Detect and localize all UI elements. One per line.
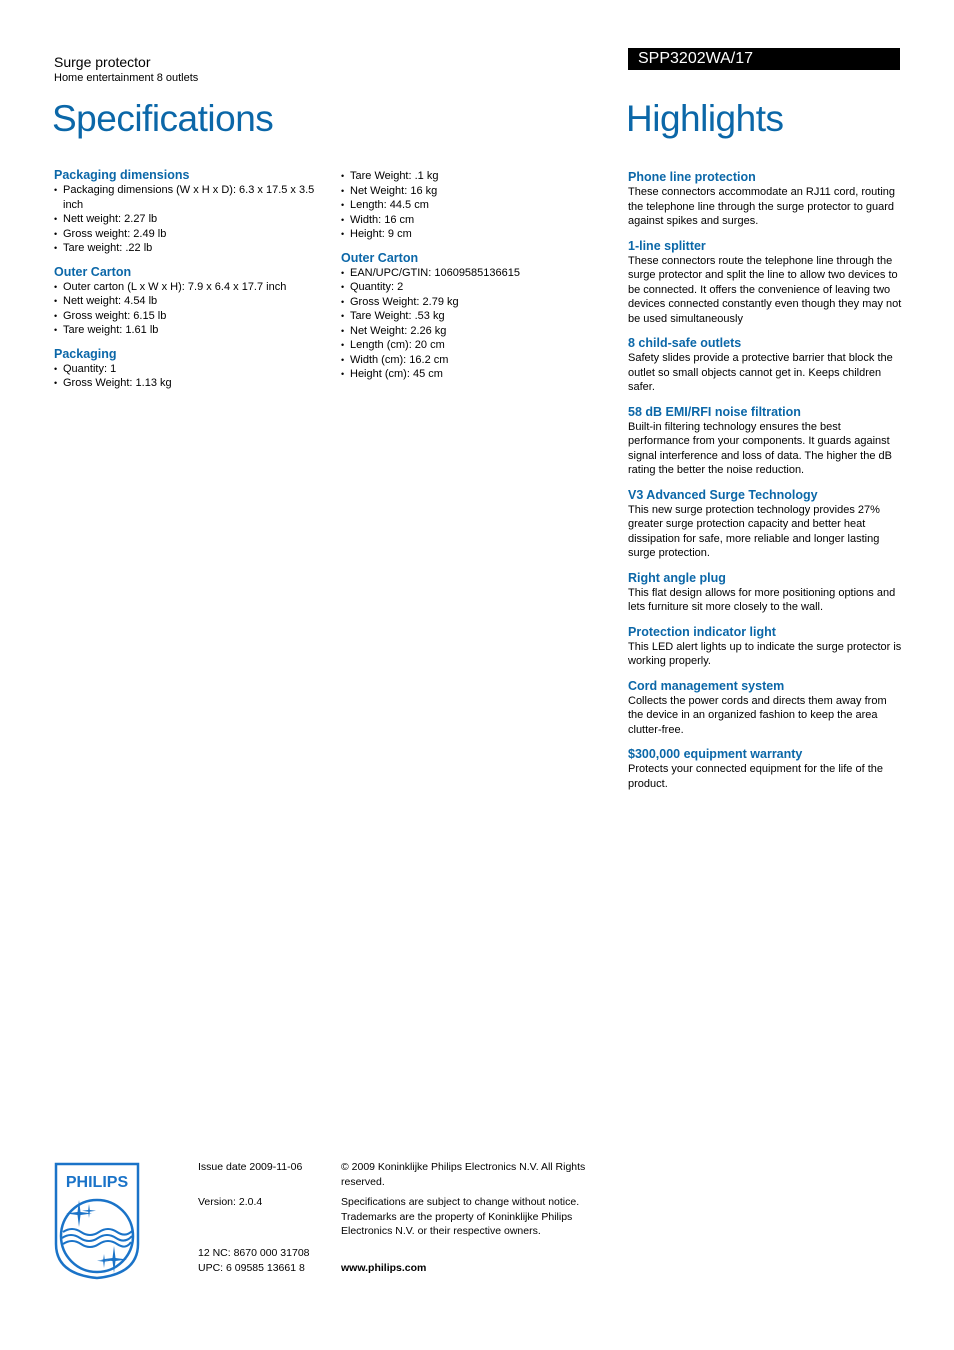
highlight-description: This flat design allows for more positio… xyxy=(628,586,896,614)
highlight-item: $300,000 equipment warranty Protects your… xyxy=(628,747,903,791)
spec-item: Gross weight: 2.49 lb xyxy=(54,227,334,242)
highlight-heading: Right angle plug xyxy=(628,570,726,585)
highlight-description: Protects your connected equipment for th… xyxy=(628,763,883,790)
website-link[interactable]: www.philips.com xyxy=(341,1261,426,1276)
highlight-item: 8 child-safe outlets Safety slides provid… xyxy=(628,336,903,395)
spec-section-heading: Packaging xyxy=(54,346,117,361)
highlight-heading: Cord management system xyxy=(628,678,785,693)
product-subtitle: Home entertainment 8 outlets xyxy=(54,72,199,84)
spec-item: Nett weight: 4.54 lb xyxy=(54,294,334,309)
disclaimer: Specifications are subject to change wit… xyxy=(341,1196,580,1237)
version: Version: 2.0.4 xyxy=(198,1196,263,1208)
spec-list: Packaging dimensions (W x H x D): 6.3 x … xyxy=(54,183,334,256)
spec-item: Gross weight: 6.15 lb xyxy=(54,309,334,324)
philips-shield-logo: PHILIPS xyxy=(54,1162,140,1280)
spec-item: Quantity: 1 xyxy=(54,362,334,377)
model-number-bar: SPP3202WA/17 xyxy=(628,48,900,70)
spec-item: Quantity: 2 xyxy=(341,280,621,295)
spec-item: Tare weight: 1.61 lb xyxy=(54,323,334,338)
spec-section-heading: Outer Carton xyxy=(341,250,419,265)
spec-list: Outer carton (L x W x H): 7.9 x 6.4 x 17… xyxy=(54,280,334,338)
spec-item: Width: 16 cm xyxy=(341,213,621,228)
spec-section-heading: Outer Carton xyxy=(54,264,132,279)
highlight-heading: 8 child-safe outlets xyxy=(628,336,742,350)
highlight-item: Cord management system Collects the power… xyxy=(628,679,903,738)
copyright: © 2009 Koninklijke Philips Electronics N… xyxy=(341,1161,586,1188)
highlight-description: Safety slides provide a protective barri… xyxy=(628,352,893,393)
highlight-heading: 58 dB EMI/RFI noise filtration xyxy=(628,404,801,419)
issue-date: Issue date 2009-11-06 xyxy=(198,1161,303,1173)
spec-item: Length: 44.5 cm xyxy=(341,198,621,213)
highlight-description: These connectors route the telephone lin… xyxy=(628,254,902,325)
spec-item: Nett weight: 2.27 lb xyxy=(54,212,334,227)
spec-item: Height: 9 cm xyxy=(341,227,621,242)
specs-column-2: Tare Weight: .1 kgNet Weight: 16 kgLengt… xyxy=(341,169,621,391)
highlight-heading: $300,000 equipment warranty xyxy=(628,747,803,761)
product-name: Surge protector xyxy=(54,54,151,70)
highlight-heading: V3 Advanced Surge Technology xyxy=(628,487,818,502)
twelve-nc: 12 NC: 8670 000 31708 xyxy=(198,1247,310,1259)
spec-section-heading: Packaging dimensions xyxy=(54,168,190,182)
highlight-description: This new surge protection technology pro… xyxy=(628,503,880,560)
spec-item: Width (cm): 16.2 cm xyxy=(341,353,621,368)
highlight-description: These connectors accommodate an RJ11 cor… xyxy=(628,186,895,227)
highlight-item: Right angle plug This flat design allows … xyxy=(628,571,903,615)
highlight-item: Phone line protection These connectors ac… xyxy=(628,170,903,229)
spec-item: Outer carton (L x W x H): 7.9 x 6.4 x 17… xyxy=(54,280,334,295)
specs-column-1: Packaging dimensionsPackaging dimensions… xyxy=(54,168,334,400)
highlights-column: Phone line protection These connectors ac… xyxy=(628,170,903,801)
highlight-description: This LED alert lights up to indicate the… xyxy=(628,640,902,668)
spec-item: EAN/UPC/GTIN: 10609585136615 xyxy=(341,266,621,281)
spec-list: Tare Weight: .1 kgNet Weight: 16 kgLengt… xyxy=(341,169,621,242)
spec-item: Tare Weight: .53 kg xyxy=(341,309,621,324)
spec-item: Net Weight: 2.26 kg xyxy=(341,324,621,339)
spec-item: Tare Weight: .1 kg xyxy=(341,169,621,184)
spec-item: Net Weight: 16 kg xyxy=(341,184,621,199)
specifications-title: Specifications xyxy=(52,98,274,139)
spec-item: Gross Weight: 1.13 kg xyxy=(54,376,334,391)
spec-list: EAN/UPC/GTIN: 10609585136615Quantity: 2G… xyxy=(341,266,621,382)
highlight-description: Collects the power cords and directs the… xyxy=(628,694,887,736)
philips-logo-text: PHILIPS xyxy=(66,1174,129,1191)
spec-item: Length (cm): 20 cm xyxy=(341,338,621,353)
highlights-title: Highlights xyxy=(626,98,784,139)
spec-item: Gross Weight: 2.79 kg xyxy=(341,295,621,310)
spec-item: Packaging dimensions (W x H x D): 6.3 x … xyxy=(54,183,334,212)
highlight-description: Built-in filtering technology ensures th… xyxy=(628,420,892,477)
spec-item: Height (cm): 45 cm xyxy=(341,367,621,382)
highlight-item: 1-line splitter These connectors route th… xyxy=(628,239,903,327)
spec-item: Tare weight: .22 lb xyxy=(54,241,334,256)
upc: UPC: 6 09585 13661 8 xyxy=(198,1262,305,1274)
highlight-item: 58 dB EMI/RFI noise filtration Built-in f… xyxy=(628,405,903,478)
highlight-item: Protection indicator light This LED alert… xyxy=(628,625,903,669)
highlight-heading: Protection indicator light xyxy=(628,624,776,639)
highlight-heading: 1-line splitter xyxy=(628,238,706,253)
highlight-item: V3 Advanced Surge Technology This new sur… xyxy=(628,488,903,561)
spec-list: Quantity: 1Gross Weight: 1.13 kg xyxy=(54,362,334,391)
highlight-heading: Phone line protection xyxy=(628,170,756,184)
